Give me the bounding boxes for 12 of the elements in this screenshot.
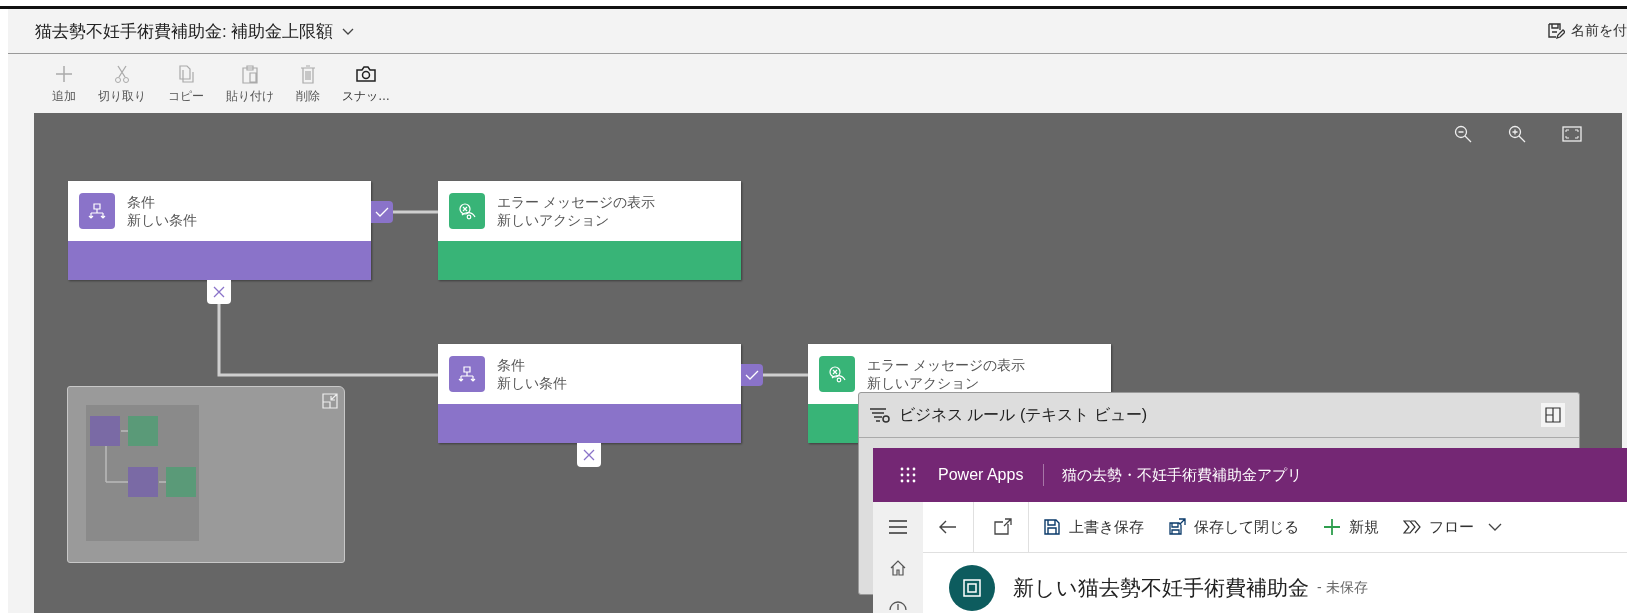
node-name: 新しいアクション [497,211,610,229]
node-name: 新しい条件 [497,374,567,392]
node-type: 条件 [127,193,156,211]
form-title: 新しい猫去勢不妊手術費補助金 [1013,575,1309,601]
node-type: エラー メッセージの表示 [497,193,655,211]
app-name: 猫の去勢・不妊手術費補助金アプリ [1062,465,1303,485]
node-type: エラー メッセージの表示 [867,356,1025,374]
save-status: - 未保存 [1317,579,1368,597]
window-title: ビジネス ルール (テキスト ビュー) [899,404,1147,425]
node-name: 新しいアクション [867,374,980,392]
node-name: 新しい条件 [127,211,197,229]
node-type: 条件 [497,356,526,374]
